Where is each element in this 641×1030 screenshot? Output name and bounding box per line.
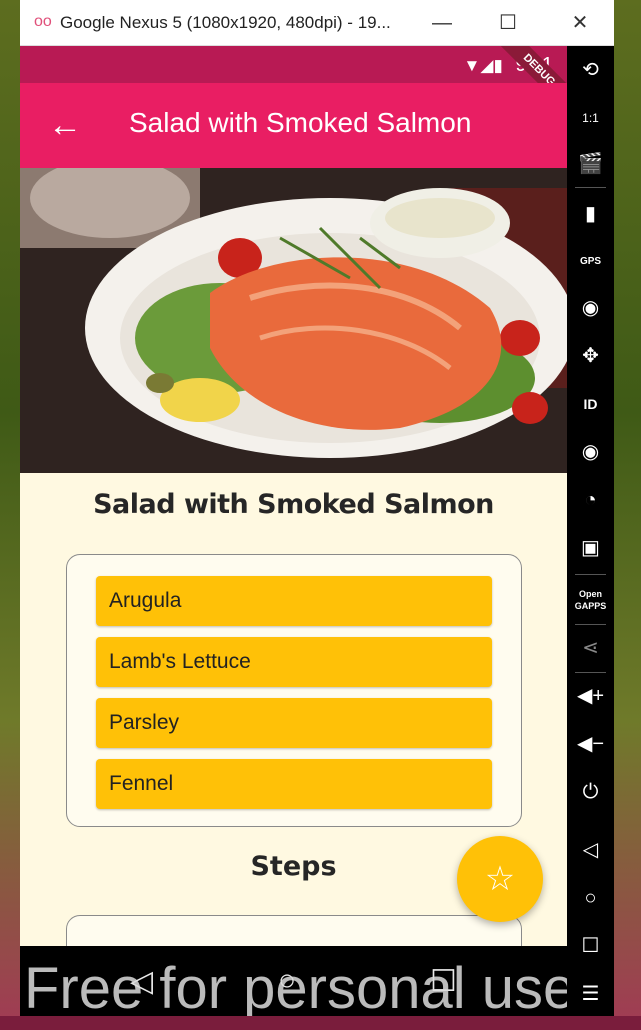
ingredients-list: Arugula Lamb's Lettuce Parsley Fennel: [66, 554, 522, 827]
close-window-button[interactable]: ✕: [560, 6, 600, 40]
steps-list: [66, 915, 522, 946]
desktop-taskbar-edge: [0, 1016, 641, 1030]
star-icon: ☆: [484, 860, 516, 898]
sms-icon[interactable]: ▣: [567, 528, 614, 568]
back-arrow-icon[interactable]: ←: [48, 105, 82, 145]
phone-screen: ▼◢▮ 9:11 DEBUG ← Salad with Smoked Salmo…: [20, 46, 567, 946]
recipe-title: Salad with Smoked Salmon: [93, 489, 494, 520]
dpad-icon[interactable]: ✥: [567, 336, 614, 376]
toolbar-recent-icon[interactable]: ☐: [567, 926, 614, 966]
ingredient-item[interactable]: Fennel: [96, 759, 492, 809]
toolbar-back-icon[interactable]: ◁: [567, 830, 614, 870]
minimize-button[interactable]: —: [422, 6, 462, 40]
battery-icon[interactable]: ▮: [567, 194, 614, 234]
power-icon[interactable]: ⏻: [567, 772, 614, 812]
media-icon[interactable]: ◉: [567, 432, 614, 472]
ingredient-item[interactable]: Lamb's Lettuce: [96, 637, 492, 687]
toolbar-menu-icon[interactable]: ☰: [567, 974, 614, 1014]
recipe-photo: [20, 168, 567, 473]
window-title: Google Nexus 5 (1080x1920, 480dpi) - 19.…: [60, 13, 391, 32]
toolbar-home-icon[interactable]: ○: [567, 878, 614, 918]
emulator-toolbar: ⟲ 1:1 🎬 ▮ GPS ◉ ✥ ID ◉ ◔ ▣ Open GAPPS ⋖ …: [567, 46, 614, 1016]
emulator-logo-icon: oo: [34, 13, 52, 30]
toolbar-divider: [575, 187, 606, 188]
volume-down-icon[interactable]: ◀−: [567, 724, 614, 764]
gps-icon[interactable]: GPS: [567, 242, 614, 282]
volume-up-icon[interactable]: ◀+: [567, 676, 614, 716]
status-bar: ▼◢▮ 9:11 DEBUG: [20, 46, 567, 120]
ingredient-item[interactable]: Parsley: [96, 698, 492, 748]
emulator-window-titlebar: oo Google Nexus 5 (1080x1920, 480dpi) - …: [20, 0, 614, 46]
open-gapps-icon[interactable]: Open GAPPS: [567, 580, 614, 620]
app-bar: ← Salad with Smoked Salmon: [20, 83, 567, 168]
toolbar-divider: [575, 624, 606, 625]
ingredient-item[interactable]: Arugula: [96, 576, 492, 626]
device-id-icon[interactable]: ID: [567, 384, 614, 424]
camera-icon[interactable]: ◉: [567, 288, 614, 328]
screenshot-icon[interactable]: 🎬: [567, 144, 614, 184]
app-bar-title: Salad with Smoked Salmon: [129, 107, 472, 138]
share-icon[interactable]: ⋖: [567, 628, 614, 668]
watermark-text: Free for personal use: [24, 956, 576, 1021]
fit-to-screen-icon[interactable]: 1:1: [567, 98, 614, 138]
maximize-button[interactable]: ☐: [488, 6, 528, 40]
toolbar-divider: [575, 672, 606, 673]
cast-icon[interactable]: ◔: [567, 480, 614, 520]
rotate-icon[interactable]: ⟲: [567, 50, 614, 90]
favorite-fab[interactable]: ☆: [457, 836, 543, 922]
toolbar-divider: [575, 574, 606, 575]
signal-wifi-battery-icon: ▼◢▮: [463, 56, 503, 75]
